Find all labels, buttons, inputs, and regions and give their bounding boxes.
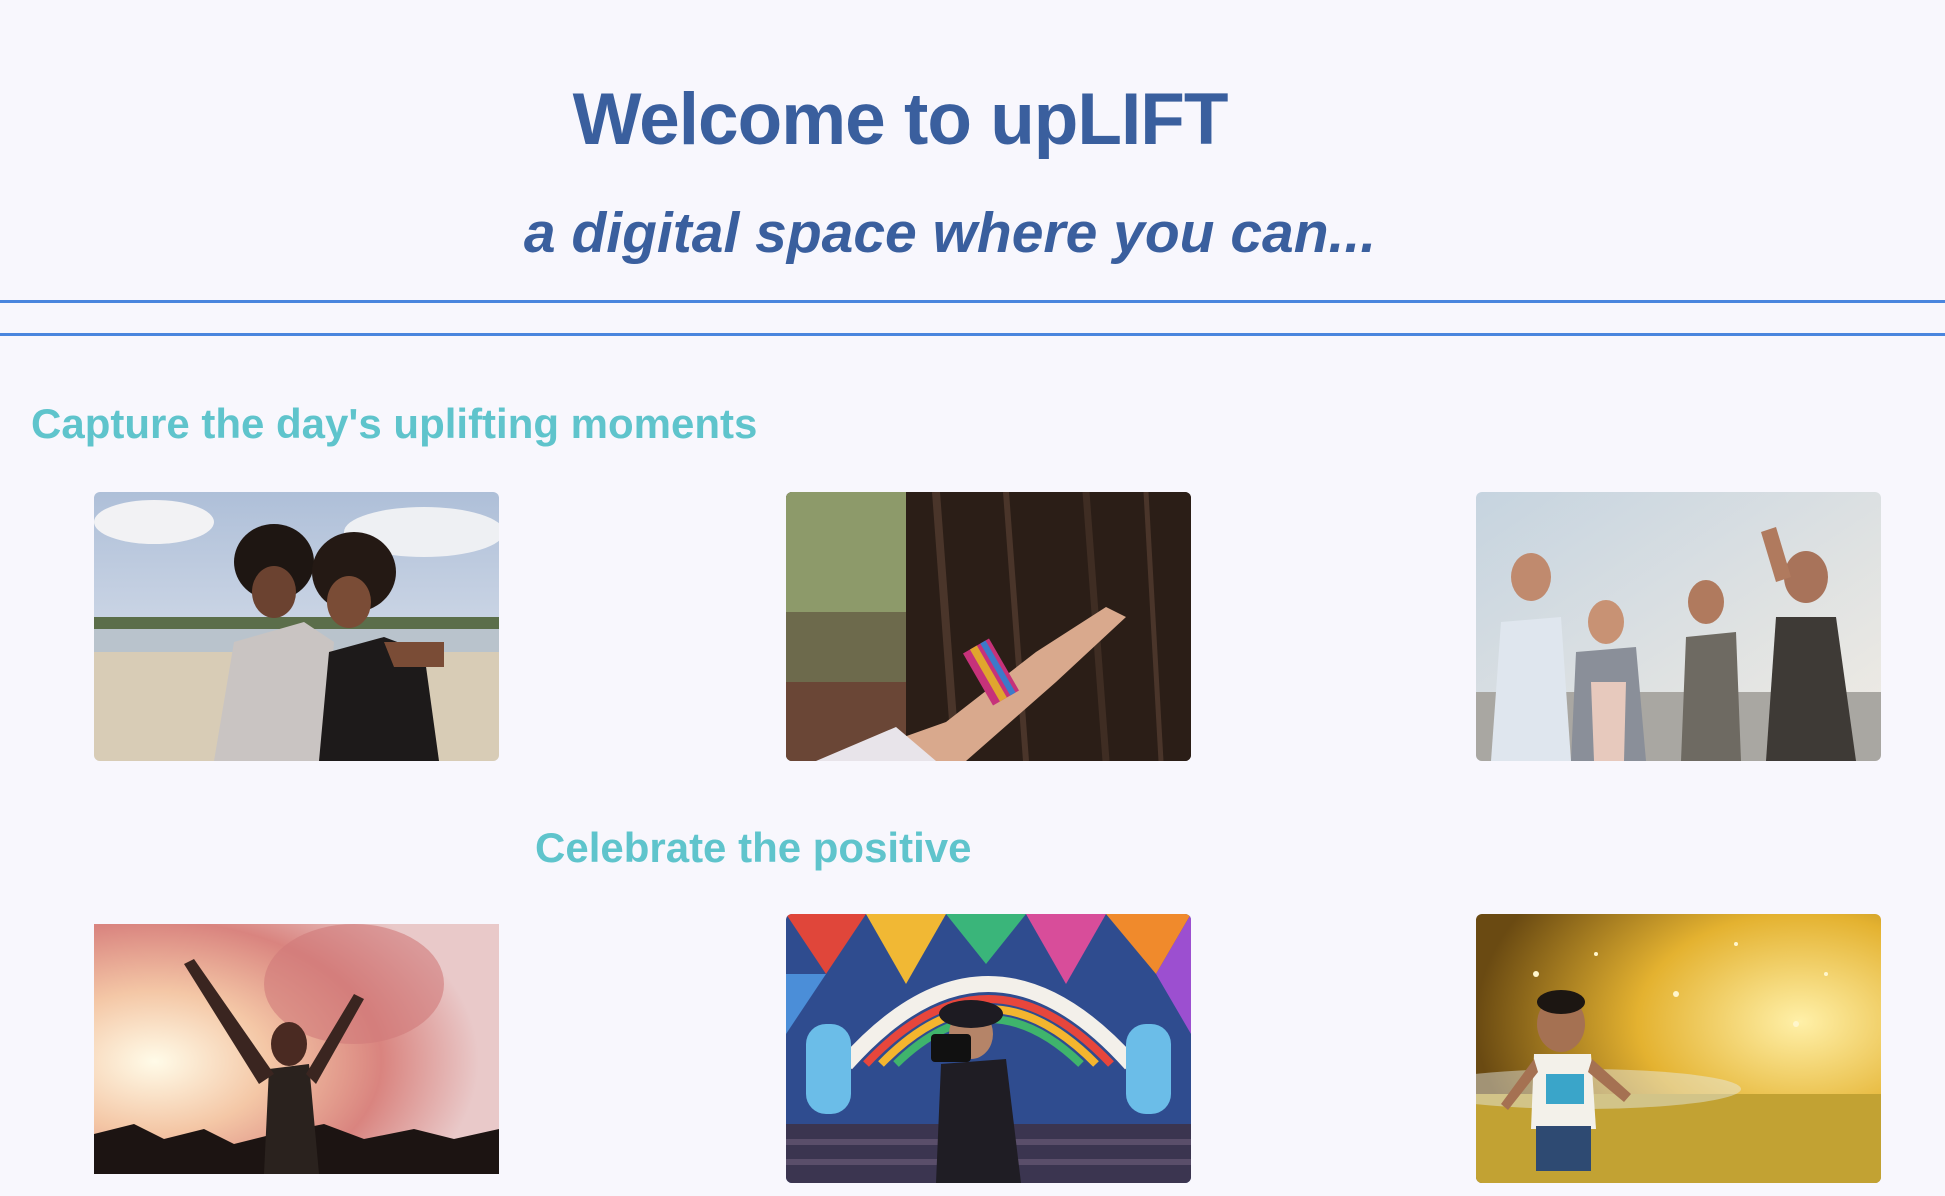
photo-group-friends bbox=[1476, 492, 1881, 761]
photo-hand-tree bbox=[786, 492, 1191, 761]
photo-child-sprinkler bbox=[1476, 914, 1881, 1183]
section-heading-capture: Capture the day's uplifting moments bbox=[31, 400, 758, 447]
page: Welcome to upLIFT a digital space where … bbox=[0, 0, 1945, 1196]
page-subtitle: a digital space where you can... bbox=[523, 201, 1377, 265]
photo-photographer-hall bbox=[786, 914, 1191, 1183]
divider-bottom bbox=[0, 333, 1945, 336]
photo-friends-beach bbox=[94, 492, 499, 761]
photo-concert-dancer bbox=[94, 924, 499, 1174]
section-heading-celebrate: Celebrate the positive bbox=[535, 824, 972, 871]
page-title: Welcome to upLIFT bbox=[572, 79, 1229, 160]
divider-top bbox=[0, 300, 1945, 303]
